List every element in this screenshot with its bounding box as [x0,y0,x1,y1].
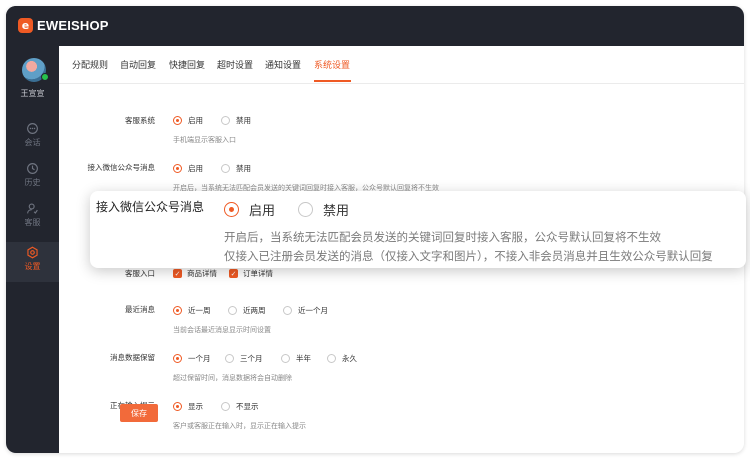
sidebar-item-label: 会话 [24,138,41,147]
sidebar-item-label: 设置 [24,262,41,271]
tab-system-settings[interactable]: 系统设置 [314,58,350,71]
active-tab-indicator [314,80,351,82]
wechat-access-enable-radio[interactable]: 启用 [173,163,203,174]
sidebar-item-label: 历史 [24,178,41,187]
wechat-access-label: 接入微信公众号消息 [87,163,156,172]
save-button[interactable]: 保存 [120,404,158,422]
callout-disable-radio[interactable]: 禁用 [298,200,349,219]
retention-label: 消息数据保留 [110,353,155,362]
typing-hide-radio[interactable]: 不显示 [221,401,259,412]
settings-icon [27,246,38,259]
service-system-hint: 手机端显示客服入口 [173,136,236,144]
online-status-dot [41,73,49,81]
sidebar-item-label: 客服 [24,218,41,227]
recent-messages-hint: 当前会话最近消息显示时间设置 [173,326,271,334]
tab-bar: 分配规则 自动回复 快捷回复 超时设置 通知设置 系统设置 [59,46,744,84]
callout-hint-line-1: 开启后，当系统无法匹配会员发送的关键词回复时接入客服，公众号默认回复将不生效 [224,230,661,244]
retention-three-months-radio[interactable]: 三个月 [225,353,263,364]
retention-hint: 超过保留时间，消息数据将会自动删除 [173,374,292,382]
service-entry-label: 客服入口 [125,269,155,278]
retention-forever-radio[interactable]: 永久 [327,353,357,364]
retention-half-year-radio[interactable]: 半年 [281,353,311,364]
recent-one-week-radio[interactable]: 近一周 [173,305,211,316]
logo-text: EWEISHOP [37,18,109,33]
wechat-access-disable-radio[interactable]: 禁用 [221,163,251,174]
callout-label: 接入微信公众号消息 [96,200,205,214]
callout-hint-line-2: 仅接入已注册会员发送的消息（仅接入文字和图片），不接入非会员消息并且生效公众号默… [224,249,713,263]
logo-mark: e [18,18,33,33]
tab-assign-rules[interactable]: 分配规则 [72,58,108,71]
user-name: 王宣宣 [20,89,45,98]
top-bar: e EWEISHOP [6,6,744,46]
retention-one-month-radio[interactable]: 一个月 [173,353,211,364]
sidebar-item-chat[interactable]: 会话 [6,118,59,158]
typing-show-radio[interactable]: 显示 [173,401,203,412]
tab-auto-reply[interactable]: 自动回复 [120,58,156,71]
entry-product-detail-checkbox[interactable]: ✓ 商品详情 [173,268,217,279]
logo[interactable]: e EWEISHOP [18,18,109,33]
sidebar-item-settings[interactable]: 设置 [6,242,59,282]
typing-hint-text: 客户或客服正在输入时，显示正在输入提示 [173,422,306,430]
sidebar-item-agents[interactable]: 客服 [6,198,59,238]
chat-icon [27,123,38,134]
tab-timeout-settings[interactable]: 超时设置 [217,58,253,71]
service-system-label: 客服系统 [125,116,155,125]
recent-two-weeks-radio[interactable]: 近两周 [228,305,266,316]
zoom-callout: 接入微信公众号消息 启用 禁用 开启后，当系统无法匹配会员发送的关键词回复时接入… [90,191,746,268]
clock-icon [27,163,38,174]
agent-icon [27,203,38,214]
recent-one-month-radio[interactable]: 近一个月 [283,305,328,316]
recent-messages-label: 最近消息 [125,305,155,314]
tab-notification-settings[interactable]: 通知设置 [265,58,301,71]
callout-enable-radio[interactable]: 启用 [224,200,275,219]
service-system-disable-radio[interactable]: 禁用 [221,115,251,126]
tab-quick-reply[interactable]: 快捷回复 [169,58,205,71]
service-system-enable-radio[interactable]: 启用 [173,115,203,126]
entry-order-detail-checkbox[interactable]: ✓ 订单详情 [229,268,273,279]
sidebar-item-history[interactable]: 历史 [6,158,59,198]
